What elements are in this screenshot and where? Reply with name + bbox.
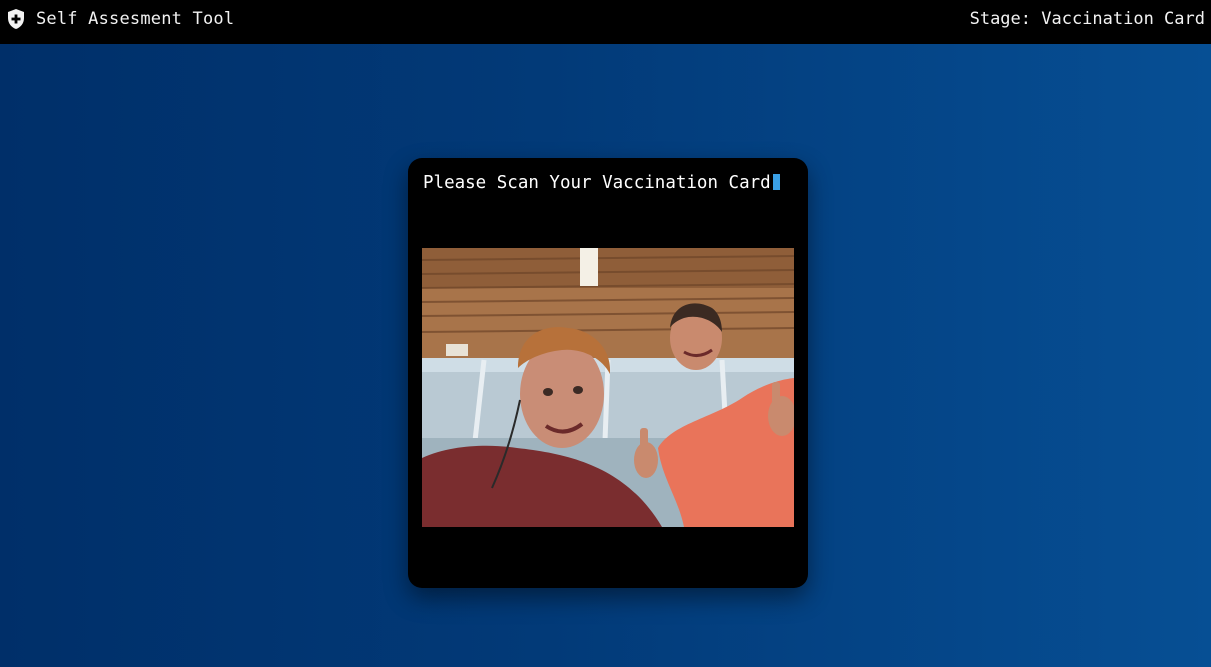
top-bar: Self Assesment Tool Stage: Vaccination C… — [0, 0, 1211, 44]
shield-plus-icon — [6, 8, 26, 30]
brand: Self Assesment Tool — [6, 8, 234, 30]
scan-prompt-text: Please Scan Your Vaccination Card — [423, 173, 771, 193]
scan-prompt: Please Scan Your Vaccination Card — [423, 173, 780, 193]
scan-card: Please Scan Your Vaccination Card — [408, 158, 808, 588]
text-cursor — [772, 174, 780, 190]
app-title: Self Assesment Tool — [36, 9, 235, 29]
camera-feed — [422, 248, 794, 527]
stage-indicator: Stage: Vaccination Card — [969, 9, 1205, 29]
